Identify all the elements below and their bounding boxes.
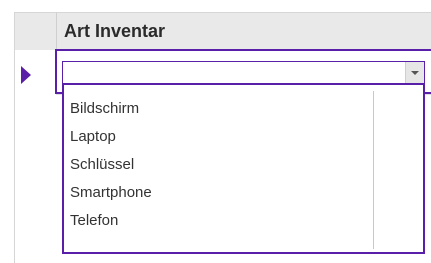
dropdown-column-divider <box>373 91 374 249</box>
column-header-art-inventar[interactable]: Art Inventar <box>56 12 431 50</box>
dropdown-option-telefon[interactable]: Telefon <box>70 207 152 235</box>
dropdown-list: Bildschirm Laptop Schlüssel Smartphone T… <box>62 84 425 254</box>
dropdown-option-bildschirm[interactable]: Bildschirm <box>70 95 152 123</box>
select-all-corner[interactable] <box>14 12 56 50</box>
chevron-down-icon <box>411 71 419 75</box>
current-record-arrow-icon[interactable] <box>21 66 31 84</box>
dropdown-option-laptop[interactable]: Laptop <box>70 123 152 151</box>
column-header-label: Art Inventar <box>64 21 166 41</box>
dropdown-button[interactable] <box>405 62 424 83</box>
art-inventar-combobox[interactable] <box>62 61 425 84</box>
datasheet: Art Inventar Bildschirm Laptop Schlüssel… <box>0 0 431 263</box>
dropdown-options: Bildschirm Laptop Schlüssel Smartphone T… <box>70 95 152 235</box>
dropdown-option-schluessel[interactable]: Schlüssel <box>70 151 152 179</box>
dropdown-option-smartphone[interactable]: Smartphone <box>70 179 152 207</box>
